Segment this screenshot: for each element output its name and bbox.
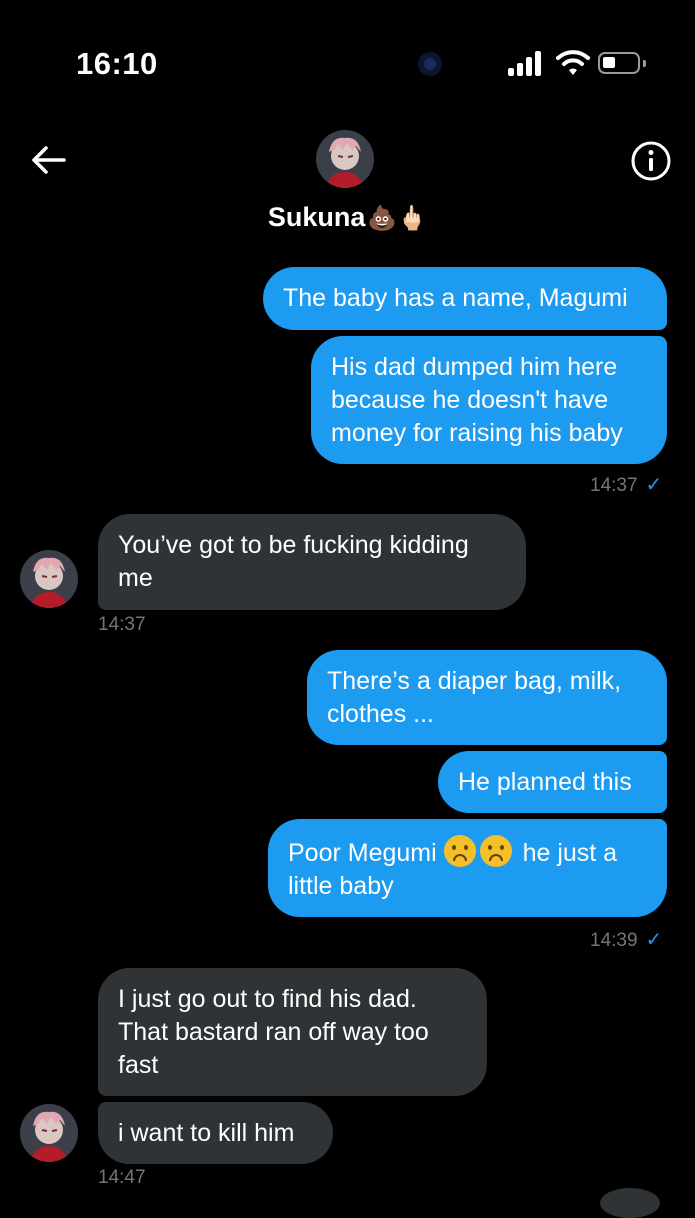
received-message[interactable]: i want to kill him [98, 1102, 333, 1164]
message-timestamp: 14:37 [98, 614, 146, 635]
contact-avatar-small[interactable] [20, 550, 78, 608]
sent-message[interactable]: The baby has a name, Magumi [263, 267, 667, 330]
message-text: The baby has a name, Magumi [283, 284, 628, 312]
message-text: You’ve got to be fucking kidding me [118, 531, 469, 592]
contact-name: Sukuna [267, 202, 366, 232]
scroll-to-bottom-button[interactable] [600, 1188, 660, 1218]
message-text: Poor Megumi [288, 839, 437, 867]
message-text: I just go out to find his dad. That bast… [118, 985, 429, 1079]
read-check-icon: ✓ [645, 929, 663, 951]
sent-message[interactable]: There’s a diaper bag, milk, clothes ... [307, 650, 667, 745]
sent-message[interactable]: He planned this [438, 751, 667, 813]
sent-message[interactable]: His dad dumped him here because he doesn… [311, 336, 667, 464]
contact-avatar-small[interactable] [20, 1104, 78, 1162]
conversation-header: Sukuna💩🖕🏻 [0, 110, 695, 250]
back-arrow-icon[interactable] [28, 144, 68, 176]
message-text: i want to kill him [118, 1119, 295, 1147]
message-text: His dad dumped him here because he doesn… [331, 353, 623, 447]
battery-icon [598, 52, 646, 74]
message-timestamp: 14:39 ✓ [590, 929, 663, 951]
frowning-face-icon [479, 835, 512, 867]
message-text: He planned this [458, 768, 632, 796]
frowning-face-icon [443, 835, 476, 867]
contact-name-row: Sukuna💩🖕🏻 [0, 202, 695, 233]
status-time: 16:10 [76, 46, 158, 81]
cellular-signal-icon [508, 48, 548, 76]
info-icon[interactable] [630, 140, 672, 182]
message-timestamp: 14:37 ✓ [590, 474, 663, 496]
status-icons [508, 48, 653, 80]
received-message[interactable]: I just go out to find his dad. That bast… [98, 968, 487, 1096]
wifi-icon [556, 50, 590, 75]
sent-message[interactable]: Poor Megumi he just a little baby [268, 819, 667, 917]
message-timestamp: 14:47 [98, 1167, 146, 1188]
message-text: There’s a diaper bag, milk, clothes ... [327, 667, 622, 728]
status-bar: 16:10 [0, 0, 695, 110]
received-message[interactable]: You’ve got to be fucking kidding me [98, 514, 526, 610]
read-check-icon: ✓ [645, 474, 663, 496]
contact-name-emojis: 💩🖕🏻 [367, 205, 428, 232]
contact-avatar[interactable] [316, 130, 374, 188]
camera-indicator-icon [418, 52, 442, 76]
